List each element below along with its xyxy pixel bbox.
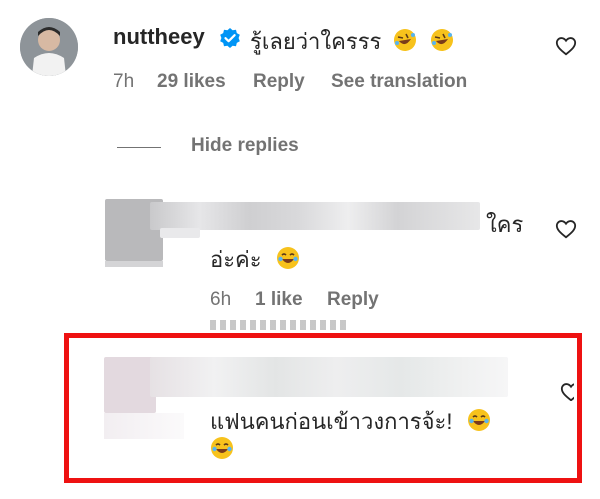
comment-text: แฟนคนก่อนเข้าวงการจ้ะ!	[210, 404, 491, 439]
tears-of-joy-emoji-icon	[467, 408, 491, 438]
likes-count[interactable]: 1 like	[255, 289, 303, 311]
comment-text: ใคร	[486, 212, 524, 237]
tears-of-joy-emoji-icon	[276, 246, 300, 276]
comment-time: 7h	[113, 71, 135, 92]
avatar[interactable]	[104, 357, 156, 413]
divider-line	[117, 147, 161, 148]
rofl-emoji-icon	[430, 28, 454, 58]
comment-time: 6h	[210, 289, 232, 310]
comment-text: รู้เลยว่าใครรร	[250, 24, 454, 59]
see-translation-button[interactable]: See translation	[331, 71, 467, 93]
reply-button[interactable]: Reply	[327, 289, 379, 311]
blurred-username	[150, 202, 480, 230]
tears-of-joy-emoji-icon	[210, 436, 234, 465]
heart-icon[interactable]	[560, 381, 574, 401]
rofl-emoji-icon	[393, 28, 417, 58]
username[interactable]: nuttheey	[113, 24, 205, 50]
reply-button[interactable]: Reply	[253, 71, 305, 93]
hide-replies-button[interactable]: Hide replies	[191, 135, 299, 157]
blurred-username	[160, 228, 200, 238]
avatar[interactable]	[20, 18, 78, 76]
blurred-username	[150, 357, 508, 397]
avatar-shadow	[105, 261, 163, 267]
comment-text-continued	[210, 436, 234, 465]
comment-text-continued: อ่ะค่ะ	[210, 242, 300, 277]
verified-badge-icon	[219, 27, 241, 49]
comment-body: รู้เลยว่าใครรร	[250, 29, 382, 54]
heart-icon[interactable]	[555, 35, 577, 57]
heart-icon[interactable]	[555, 218, 577, 240]
avatar-shadow	[104, 413, 184, 439]
comment-body: อ่ะค่ะ	[210, 247, 262, 272]
see-translation-partial[interactable]	[210, 320, 360, 330]
comment-body: แฟนคนก่อนเข้าวงการจ้ะ!	[210, 409, 453, 434]
likes-count[interactable]: 29 likes	[157, 71, 226, 93]
